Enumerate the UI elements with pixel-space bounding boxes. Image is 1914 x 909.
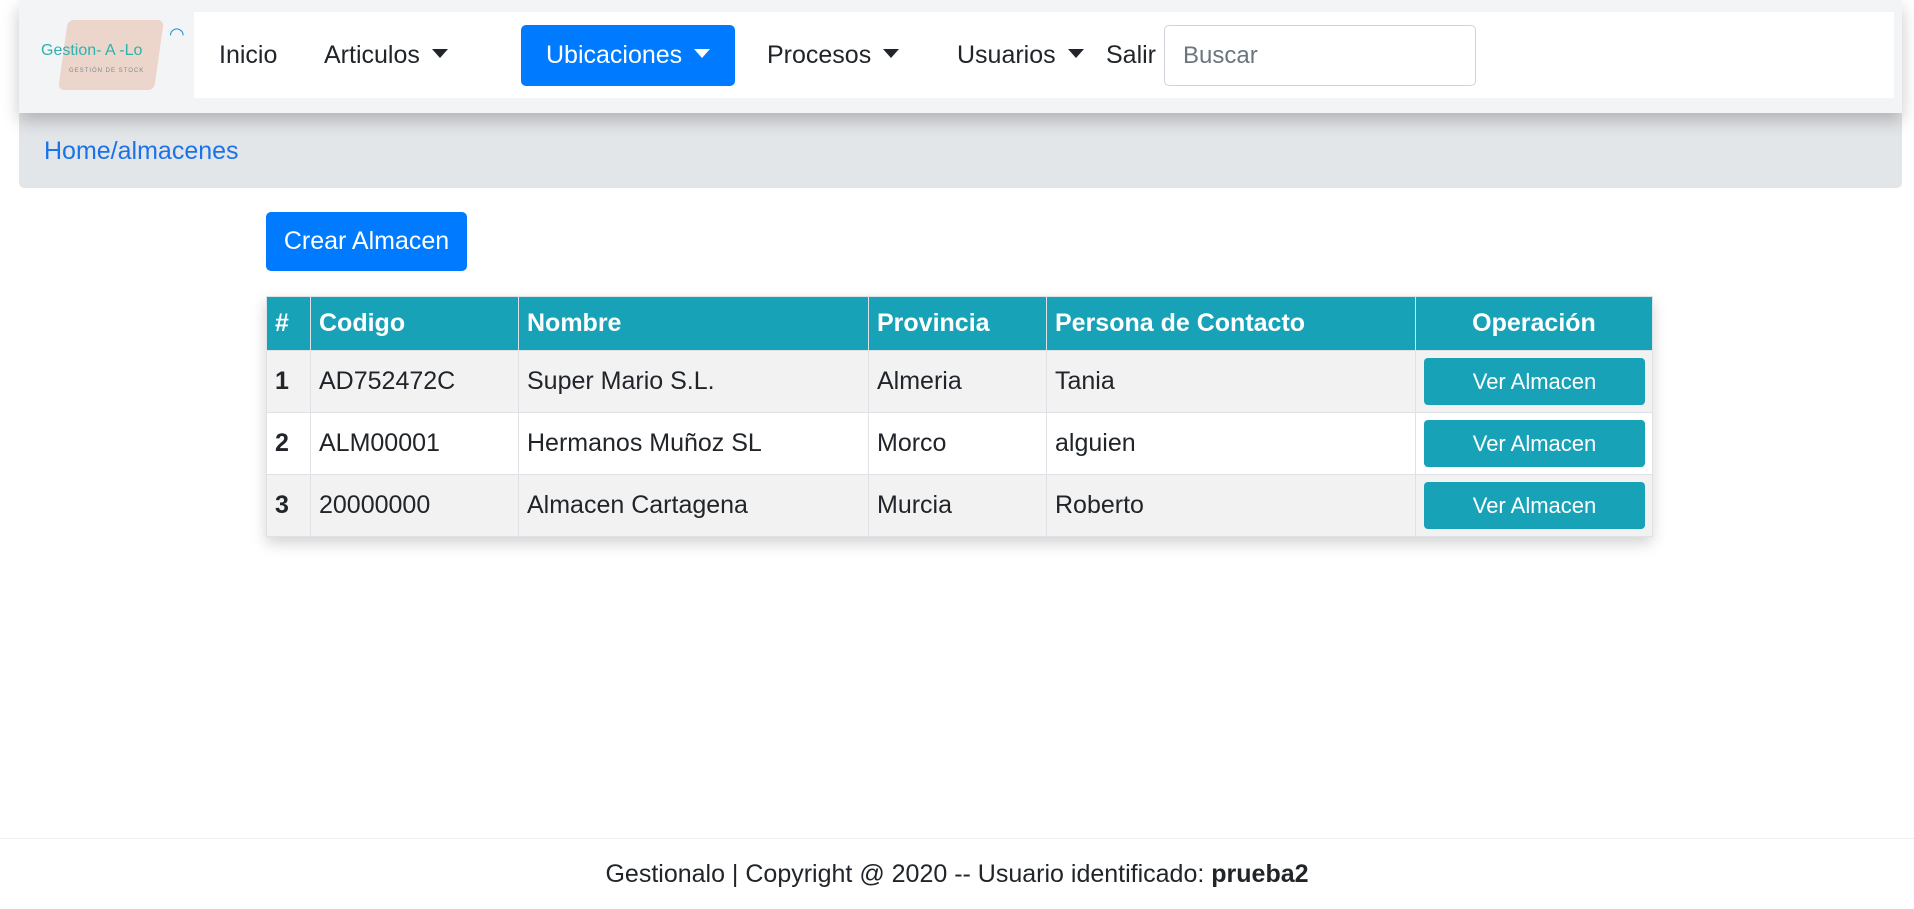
footer-text: Gestionalo | Copyright @ 2020 -- Usuario… bbox=[605, 860, 1212, 888]
col-header-codigo: Codigo bbox=[310, 296, 519, 351]
wifi-icon: ◠ bbox=[169, 24, 185, 44]
nav-salir-label: Salir bbox=[1106, 41, 1157, 69]
col-header-contacto: Persona de Contacto bbox=[1046, 296, 1416, 351]
cell-codigo: 20000000 bbox=[310, 474, 519, 537]
cell-codigo: ALM00001 bbox=[310, 412, 519, 475]
ver-almacen-button[interactable]: Ver Almacen bbox=[1424, 358, 1645, 405]
table-row: 3 20000000 Almacen Cartagena Murcia Robe… bbox=[266, 474, 1653, 537]
table-header-row: # Codigo Nombre Provincia Persona de Con… bbox=[266, 296, 1653, 351]
breadcrumb-link[interactable]: Home/almacenes bbox=[44, 137, 239, 166]
ver-almacen-button[interactable]: Ver Almacen bbox=[1424, 482, 1645, 529]
search-input[interactable] bbox=[1164, 25, 1476, 86]
nav-procesos-dropdown[interactable]: Procesos bbox=[742, 25, 924, 86]
col-header-index: # bbox=[266, 296, 311, 351]
table-row: 2 ALM00001 Hermanos Muñoz SL Morco algui… bbox=[266, 412, 1653, 475]
col-header-provincia: Provincia bbox=[868, 296, 1047, 351]
ver-almacen-button[interactable]: Ver Almacen bbox=[1424, 420, 1645, 467]
col-header-operacion: Operación bbox=[1415, 296, 1653, 351]
cell-provincia: Morco bbox=[868, 412, 1047, 475]
cell-index: 1 bbox=[266, 350, 311, 413]
cell-provincia: Almeria bbox=[868, 350, 1047, 413]
caret-down-icon bbox=[883, 48, 900, 58]
nav-ubicaciones-label: Ubicaciones bbox=[546, 41, 683, 69]
nav-inicio-label: Inicio bbox=[219, 41, 278, 69]
cell-contacto: Tania bbox=[1046, 350, 1416, 413]
cell-operacion: Ver Almacen bbox=[1415, 412, 1653, 475]
nav-ubicaciones-dropdown[interactable]: Ubicaciones bbox=[521, 25, 736, 86]
logo-subtext: GESTIÓN DE STOCK bbox=[69, 68, 145, 74]
cell-nombre: Almacen Cartagena bbox=[518, 474, 869, 537]
col-header-nombre: Nombre bbox=[518, 296, 869, 351]
nav-inicio[interactable]: Inicio bbox=[194, 25, 302, 86]
cell-operacion: Ver Almacen bbox=[1415, 474, 1653, 537]
caret-down-icon bbox=[431, 48, 448, 58]
nav-articulos-dropdown[interactable]: Articulos bbox=[299, 25, 473, 86]
cell-contacto: Roberto bbox=[1046, 474, 1416, 537]
logo-text: Gestion- A -Lo bbox=[41, 42, 143, 59]
almacenes-table: # Codigo Nombre Provincia Persona de Con… bbox=[266, 296, 1653, 537]
cell-operacion: Ver Almacen bbox=[1415, 350, 1653, 413]
table-row: 1 AD752472C Super Mario S.L. Almeria Tan… bbox=[266, 350, 1653, 413]
cell-nombre: Super Mario S.L. bbox=[518, 350, 869, 413]
nav-usuarios-label: Usuarios bbox=[957, 41, 1056, 69]
almacenes-table-container: # Codigo Nombre Provincia Persona de Con… bbox=[266, 296, 1653, 537]
cell-contacto: alguien bbox=[1046, 412, 1416, 475]
logo[interactable]: Gestion- A -Lo GESTIÓN DE STOCK ◠ bbox=[41, 14, 191, 94]
cell-codigo: AD752472C bbox=[310, 350, 519, 413]
cell-nombre: Hermanos Muñoz SL bbox=[518, 412, 869, 475]
cell-index: 2 bbox=[266, 412, 311, 475]
nav-articulos-label: Articulos bbox=[324, 41, 420, 69]
create-almacen-button[interactable]: Crear Almacen bbox=[266, 212, 467, 271]
header: Gestion- A -Lo GESTIÓN DE STOCK ◠ Inicio… bbox=[19, 0, 1902, 113]
footer: Gestionalo | Copyright @ 2020 -- Usuario… bbox=[0, 838, 1914, 898]
breadcrumb-bar: Home/almacenes bbox=[19, 113, 1902, 188]
nav-procesos-label: Procesos bbox=[767, 41, 872, 69]
cell-index: 3 bbox=[266, 474, 311, 537]
navbar: Inicio Articulos Ubicaciones Procesos Us… bbox=[194, 12, 1894, 98]
footer-username: prueba2 bbox=[1211, 860, 1309, 888]
cell-provincia: Murcia bbox=[868, 474, 1047, 537]
caret-down-icon bbox=[694, 48, 711, 58]
